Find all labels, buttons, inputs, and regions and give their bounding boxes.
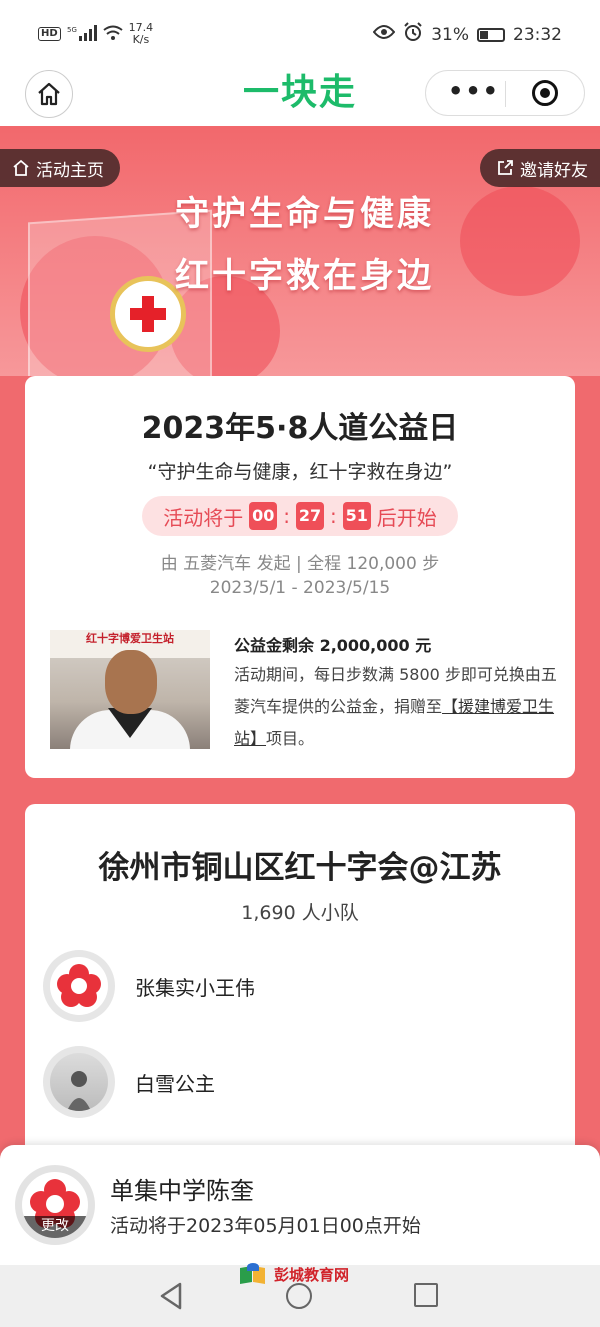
start-notice: 活动将于2023年05月01日00点开始 <box>110 1215 421 1237</box>
home-circle-icon[interactable] <box>286 1283 312 1309</box>
capsule-divider <box>505 81 506 107</box>
back-icon[interactable] <box>158 1281 184 1311</box>
list-item[interactable]: 白雪公主 <box>43 1046 563 1126</box>
more-icon[interactable]: ••• <box>448 79 500 103</box>
list-item[interactable]: 张集实小王伟 <box>43 950 563 1030</box>
avatar <box>43 950 115 1022</box>
close-target-icon[interactable] <box>532 80 558 106</box>
member-name: 白雪公主 <box>135 1072 215 1096</box>
activity-home-label: 活动主页 <box>36 160 104 181</box>
countdown-separator: : <box>283 504 290 528</box>
status-bar: HD 5G 17.4 K/s 31% 23:32 <box>0 0 600 70</box>
fund-remaining: 公益金剩余 2,000,000 元 <box>234 636 432 655</box>
description-tail: 项目。 <box>266 729 315 748</box>
avatar <box>43 1046 115 1118</box>
event-description: 活动期间，每日步数满 5800 步即可兑换由五菱汽车提供的公益金，捐赠至【援建博… <box>234 659 564 755</box>
team-card: 徐州市铜山区红十字会@江苏 1,690 人小队 张集实小王伟 白雪公主 <box>25 804 575 1164</box>
member-name: 张集实小王伟 <box>135 976 255 1000</box>
battery-icon <box>477 27 505 42</box>
alarm-icon <box>403 22 423 47</box>
banner-line-1: 守护生命与健康 <box>175 194 434 234</box>
change-avatar-button[interactable]: 更改 <box>22 1216 88 1238</box>
watermark: 彭城教育网 <box>240 1263 349 1285</box>
countdown-timer: 活动将于 00 : 27 : 51 后开始 <box>142 496 458 536</box>
net-type-label: 5G <box>67 26 77 34</box>
event-slogan: “守护生命与健康，红十字救在身边” <box>147 461 453 483</box>
countdown-seconds: 51 <box>342 502 371 530</box>
capsule-menu: ••• <box>425 70 585 116</box>
home-icon <box>13 159 29 176</box>
recent-apps-icon[interactable] <box>414 1283 438 1307</box>
share-icon <box>498 160 513 175</box>
invite-friends-label: 邀请好友 <box>520 160 588 181</box>
clock-time: 23:32 <box>513 24 562 45</box>
date-range: 2023/5/1 - 2023/5/15 <box>209 578 391 598</box>
banner-line-2: 红十字救在身边 <box>175 256 434 296</box>
countdown-hours: 00 <box>249 502 278 530</box>
eye-icon <box>372 24 396 45</box>
team-name: 徐州市铜山区红十字会@江苏 <box>98 850 502 886</box>
sponsor-line: 由 五菱汽车 发起 | 全程 120,000 步 <box>160 554 440 574</box>
hd-badge: HD <box>38 27 61 41</box>
flower-decoration <box>460 186 580 296</box>
nav-bar: 一块走 ••• <box>0 70 600 126</box>
signal-icon: 5G <box>67 24 97 44</box>
countdown-separator: : <box>330 504 337 528</box>
book-logo-icon <box>240 1263 268 1285</box>
countdown-minutes: 27 <box>296 502 324 530</box>
avatar[interactable]: 更改 <box>15 1165 95 1245</box>
my-name: 单集中学陈奎 <box>110 1177 254 1205</box>
status-left: HD 5G 17.4 K/s <box>38 22 153 46</box>
battery-percent: 31% <box>431 24 469 45</box>
activity-home-button[interactable]: 活动主页 <box>0 149 120 187</box>
countdown-prefix: 活动将于 <box>163 505 244 530</box>
status-right: 31% 23:32 <box>372 22 562 47</box>
speed-unit: K/s <box>132 33 150 46</box>
project-photo: 红十字博爱卫生站 <box>50 630 210 749</box>
team-size: 1,690 人小队 <box>241 902 359 924</box>
network-speed: 17.4 K/s <box>129 22 154 46</box>
watermark-text: 彭城教育网 <box>274 1265 350 1284</box>
event-title: 2023年5·8人道公益日 <box>141 411 459 446</box>
event-card: 2023年5·8人道公益日 “守护生命与健康，红十字救在身边” 活动将于 00 … <box>25 376 575 778</box>
event-banner: 守护生命与健康 红十字救在身边 活动主页 邀请好友 <box>0 126 600 376</box>
countdown-suffix: 后开始 <box>376 505 437 530</box>
invite-friends-button[interactable]: 邀请好友 <box>480 149 600 187</box>
wifi-icon <box>103 25 123 44</box>
my-profile-panel: 更改 单集中学陈奎 活动将于2023年05月01日00点开始 <box>0 1145 600 1265</box>
